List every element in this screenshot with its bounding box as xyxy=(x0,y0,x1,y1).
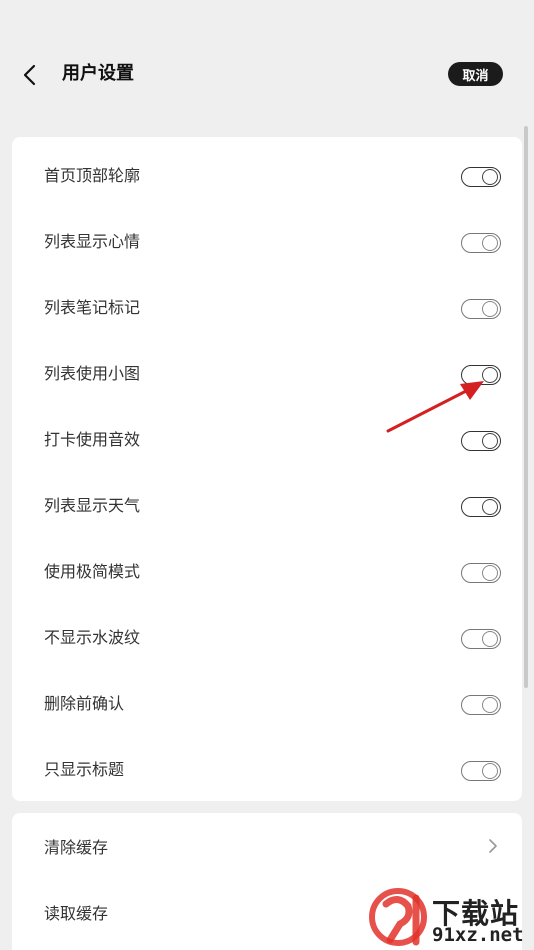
toggle-knob xyxy=(482,631,498,647)
toggle-knob xyxy=(482,565,498,581)
setting-row-confirm-delete[interactable]: 删除前确认 xyxy=(12,669,522,735)
toggle-knob xyxy=(482,169,498,185)
setting-label: 列表使用小图 xyxy=(44,364,141,383)
setting-row-title-only[interactable]: 只显示标题 xyxy=(12,735,522,801)
toggle-switch[interactable] xyxy=(461,563,501,583)
back-button[interactable] xyxy=(14,60,44,90)
scrollbar[interactable] xyxy=(524,126,528,688)
setting-row-show-weather[interactable]: 列表显示天气 xyxy=(12,471,522,537)
setting-label: 删除前确认 xyxy=(44,694,125,713)
toggle-switch[interactable] xyxy=(461,497,501,517)
toggle-switch[interactable] xyxy=(461,299,501,319)
toggle-switch[interactable] xyxy=(461,167,501,187)
clear-cache-label: 清除缓存 xyxy=(44,838,109,857)
toggle-switch[interactable] xyxy=(461,761,501,781)
setting-label: 不显示水波纹 xyxy=(44,628,141,647)
setting-row-note-mark[interactable]: 列表笔记标记 xyxy=(12,273,522,339)
setting-row-no-ripple[interactable]: 不显示水波纹 xyxy=(12,603,522,669)
toggle-switch[interactable] xyxy=(461,629,501,649)
toggle-knob xyxy=(482,499,498,515)
cancel-button[interactable]: 取消 xyxy=(448,62,503,86)
watermark-url: 91xz.net xyxy=(432,924,524,946)
annotation-arrow-icon xyxy=(386,381,484,433)
setting-label: 使用极简模式 xyxy=(44,562,141,581)
page-title: 用户设置 xyxy=(62,63,134,84)
setting-row-minimal-mode[interactable]: 使用极简模式 xyxy=(12,537,522,603)
setting-row-top-outline[interactable]: 首页顶部轮廓 xyxy=(12,141,522,207)
setting-label: 列表显示心情 xyxy=(44,232,141,251)
setting-label: 打卡使用音效 xyxy=(44,430,141,449)
toggle-knob xyxy=(482,697,498,713)
settings-card: 首页顶部轮廓 列表显示心情 列表笔记标记 列表使用小图 打卡使用音效 列表显示天… xyxy=(12,137,522,801)
toggle-switch[interactable] xyxy=(461,695,501,715)
read-cache-label: 读取缓存 xyxy=(44,904,109,923)
toggle-knob xyxy=(482,301,498,317)
setting-label: 列表笔记标记 xyxy=(44,298,141,317)
setting-label: 首页顶部轮廓 xyxy=(44,166,141,185)
toggle-knob xyxy=(482,235,498,251)
setting-row-show-mood[interactable]: 列表显示心情 xyxy=(12,207,522,273)
chevron-left-icon xyxy=(23,64,36,86)
toggle-knob xyxy=(482,763,498,779)
chevron-right-icon xyxy=(489,839,497,853)
setting-label: 列表显示天气 xyxy=(44,496,141,515)
toggle-switch[interactable] xyxy=(461,233,501,253)
setting-label: 只显示标题 xyxy=(44,760,125,779)
header: 用户设置 取消 xyxy=(0,0,534,137)
clear-cache-row[interactable]: 清除缓存 xyxy=(12,813,522,879)
